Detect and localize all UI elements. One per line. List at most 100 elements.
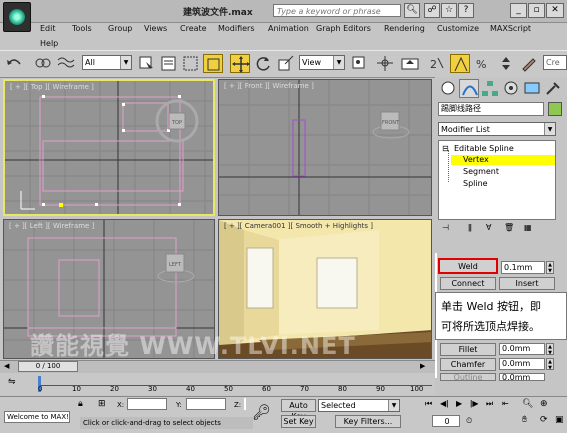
- spinner-snap-icon[interactable]: [496, 54, 516, 73]
- x-coordinate-field[interactable]: [127, 398, 167, 410]
- key-icon[interactable]: 🔑︎: [252, 403, 271, 421]
- named-selection-set-dropdown[interactable]: Cre: [543, 55, 567, 70]
- current-frame-field[interactable]: 0: [432, 415, 460, 427]
- stack-item-segment[interactable]: Segment: [463, 167, 499, 176]
- orbit-icon[interactable]: ⟳: [540, 415, 548, 425]
- keyboard-shortcut-override-icon[interactable]: [400, 54, 420, 73]
- remove-modifier-icon[interactable]: 🗑︎: [504, 223, 514, 232]
- select-scale-icon[interactable]: [276, 54, 296, 73]
- pan-view-icon[interactable]: ✋︎: [522, 415, 527, 425]
- menu-rendering[interactable]: Rendering: [384, 24, 425, 33]
- app-logo-icon[interactable]: [3, 2, 31, 32]
- rectangular-selection-icon[interactable]: [181, 54, 201, 73]
- object-name-field[interactable]: 踢脚线路径: [438, 102, 544, 116]
- menu-animation[interactable]: Animation: [268, 24, 309, 33]
- connect-button[interactable]: Connect: [440, 277, 496, 290]
- time-configuration-icon[interactable]: ⏲: [466, 416, 472, 426]
- time-slider-thumb[interactable]: 0 / 100: [18, 361, 78, 372]
- viewport-front[interactable]: FRONT [ + ][ Front ][ Wireframe ]: [218, 79, 432, 216]
- chamfer-spinner[interactable]: ▲ ▼: [546, 358, 554, 371]
- weld-button[interactable]: Weld: [438, 258, 498, 274]
- window-crossing-icon[interactable]: [203, 54, 223, 73]
- fillet-field[interactable]: 0.0mm: [499, 343, 545, 355]
- menu-graph-editors[interactable]: Graph Editors: [316, 24, 371, 33]
- top-viewport-label[interactable]: [ + ][ Top ][ Wireframe ]: [10, 83, 94, 91]
- pin-stack-icon[interactable]: ⊣: [442, 223, 449, 232]
- maximize-viewport-icon[interactable]: ▣: [555, 415, 564, 425]
- menu-edit[interactable]: Edit: [40, 24, 56, 33]
- configure-sets-icon[interactable]: ▦: [524, 223, 532, 232]
- select-manipulate-icon[interactable]: [375, 54, 395, 73]
- absolute-mode-icon[interactable]: ⊞: [98, 399, 106, 409]
- outline-button[interactable]: Outline: [440, 373, 496, 381]
- undo-icon[interactable]: [4, 54, 24, 73]
- object-color-swatch[interactable]: [548, 102, 562, 116]
- zoom-icon[interactable]: 🔍︎: [522, 399, 533, 409]
- help-icon[interactable]: ?: [458, 3, 474, 18]
- goto-end-icon[interactable]: ⏭: [486, 399, 493, 409]
- reference-coordinate-dropdown[interactable]: View ▼: [299, 55, 345, 70]
- menu-help[interactable]: Help: [40, 39, 58, 48]
- minimize-button[interactable]: _: [510, 3, 527, 18]
- chamfer-button[interactable]: Chamfer: [440, 358, 496, 371]
- select-move-icon[interactable]: [230, 54, 250, 73]
- insert-button[interactable]: Insert: [499, 277, 555, 290]
- z-coordinate-field[interactable]: [244, 398, 246, 410]
- viewcube-top[interactable]: TOP: [155, 99, 199, 143]
- key-mode-dropdown[interactable]: Selected ▼: [318, 399, 400, 412]
- hierarchy-tab-icon[interactable]: [480, 79, 500, 98]
- menu-views[interactable]: Views: [144, 24, 167, 33]
- modifier-list-dropdown[interactable]: Modifier List ▼: [438, 122, 556, 136]
- create-tab-icon[interactable]: [438, 79, 458, 98]
- menu-maxscript[interactable]: MAXScript: [490, 24, 531, 33]
- search-input[interactable]: Type a keyword or phrase: [273, 4, 401, 17]
- weld-threshold-field[interactable]: 0.1mm: [501, 261, 545, 274]
- fillet-button[interactable]: Fillet: [440, 343, 496, 356]
- next-frame-icon[interactable]: ǀ▶: [470, 399, 479, 408]
- display-tab-icon[interactable]: [522, 79, 542, 98]
- modify-tab-icon[interactable]: [459, 79, 479, 98]
- track-bar[interactable]: ⇋ 0 10 20 30 40 50 60 70 80 90 100: [0, 373, 435, 395]
- outline-field[interactable]: 0.0mm: [499, 373, 545, 381]
- y-coordinate-field[interactable]: [186, 398, 226, 410]
- auto-key-button[interactable]: Auto Key: [281, 399, 316, 421]
- menu-create[interactable]: Create: [180, 24, 207, 33]
- search-icon[interactable]: 🔍︎: [404, 3, 420, 18]
- select-object-icon[interactable]: [137, 54, 157, 73]
- select-by-name-icon[interactable]: [159, 54, 179, 73]
- link-icon[interactable]: [33, 54, 53, 73]
- viewcube-front[interactable]: FRONT: [372, 111, 410, 139]
- key-filters-button[interactable]: Key Filters...: [335, 415, 401, 428]
- camera-viewport-label[interactable]: [ + ][ Camera001 ][ Smooth + Highlights …: [224, 222, 373, 230]
- zoom-all-icon[interactable]: ⊕: [540, 399, 548, 409]
- menu-group[interactable]: Group: [108, 24, 132, 33]
- play-icon[interactable]: ▶: [456, 399, 462, 408]
- restore-button[interactable]: ▫: [528, 3, 545, 18]
- selection-filter-dropdown[interactable]: All ▼: [82, 55, 132, 70]
- menu-customize[interactable]: Customize: [437, 24, 479, 33]
- pivot-center-icon[interactable]: [350, 54, 370, 73]
- stack-item-spline[interactable]: Spline: [463, 179, 488, 188]
- front-viewport-label[interactable]: [ + ][ Front ][ Wireframe ]: [224, 82, 314, 90]
- prev-frame-arrow-icon[interactable]: ◀: [4, 362, 9, 370]
- stack-root-item[interactable]: Editable Spline: [454, 144, 514, 153]
- utilities-tab-icon[interactable]: [543, 79, 563, 98]
- chamfer-field[interactable]: 0.0mm: [499, 358, 545, 370]
- close-button[interactable]: ✕: [546, 3, 564, 18]
- fillet-spinner[interactable]: ▲ ▼: [546, 343, 554, 356]
- show-end-result-icon[interactable]: ǁ: [468, 223, 472, 232]
- viewport-top[interactable]: TOP [ + ][ Top ][ Wireframe ]: [3, 79, 215, 216]
- mini-curve-editor-icon[interactable]: ⇋: [8, 377, 16, 387]
- lock-selection-icon[interactable]: 🔒︎: [78, 399, 83, 409]
- maxscript-listener-field[interactable]: Welcome to MAX!: [4, 411, 70, 423]
- angle-snap-icon[interactable]: [450, 54, 470, 73]
- edit-named-selection-icon[interactable]: [519, 54, 539, 73]
- set-key-button[interactable]: Set Key: [281, 415, 316, 428]
- menu-tools[interactable]: Tools: [72, 24, 92, 33]
- make-unique-icon[interactable]: ∀: [486, 223, 491, 232]
- stack-item-vertex[interactable]: Vertex: [463, 155, 489, 164]
- next-frame-arrow-icon[interactable]: ▶: [420, 362, 425, 370]
- key-mode-toggle-icon[interactable]: ⇤: [502, 399, 509, 408]
- star-icon[interactable]: ☆: [441, 3, 457, 18]
- motion-tab-icon[interactable]: [501, 79, 521, 98]
